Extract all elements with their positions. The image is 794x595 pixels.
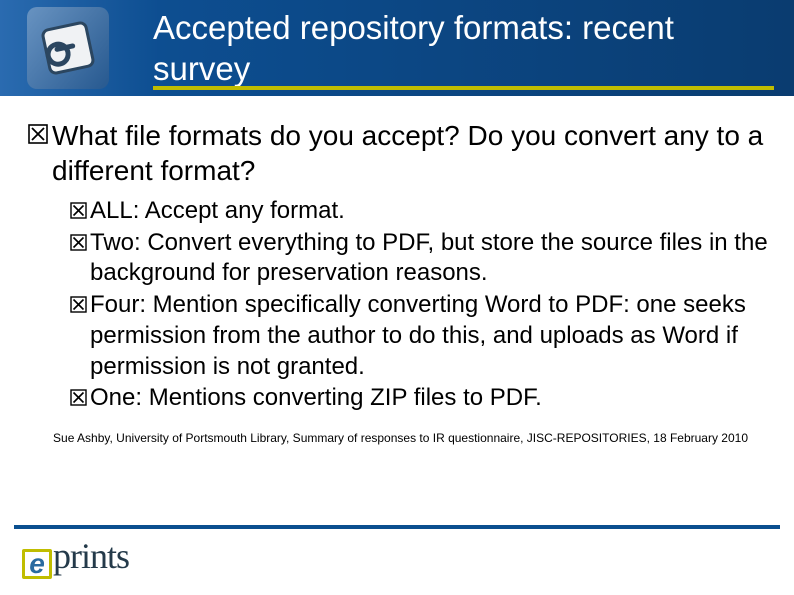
list-item: Two: Convert everything to PDF, but stor… — [70, 228, 770, 289]
logo-e-letter: e — [29, 552, 45, 576]
slide-content: What file formats do you accept? Do you … — [0, 96, 794, 445]
question-row: What file formats do you accept? Do you … — [28, 118, 770, 188]
citation-text: Sue Ashby, University of Portsmouth Libr… — [28, 415, 770, 445]
footer-content: eprints — [0, 535, 794, 577]
logo-box-icon: e — [22, 549, 52, 579]
answer-text: Four: Mention specifically converting Wo… — [90, 290, 770, 382]
slide-title: Accepted repository formats: recent surv… — [135, 7, 794, 90]
slide-header: Accepted repository formats: recent surv… — [0, 0, 794, 96]
list-item: Four: Mention specifically converting Wo… — [70, 290, 770, 382]
x-box-icon — [28, 124, 48, 144]
answer-text: Two: Convert everything to PDF, but stor… — [90, 228, 770, 289]
answer-text: ALL: Accept any format. — [90, 196, 345, 227]
logo-text: prints — [53, 535, 129, 577]
title-underline — [153, 86, 774, 90]
eprints-logo: eprints — [22, 535, 129, 577]
header-decorative-icon — [0, 0, 135, 96]
x-box-icon — [70, 234, 87, 251]
answers-list: ALL: Accept any format. Two: Convert eve… — [28, 194, 770, 414]
footer-divider — [14, 525, 780, 529]
list-item: ALL: Accept any format. — [70, 196, 770, 227]
slide-footer: eprints — [0, 525, 794, 595]
x-box-icon — [70, 296, 87, 313]
list-item: One: Mentions converting ZIP files to PD… — [70, 383, 770, 414]
question-text: What file formats do you accept? Do you … — [52, 118, 770, 188]
x-box-icon — [70, 202, 87, 219]
answer-text: One: Mentions converting ZIP files to PD… — [90, 383, 542, 414]
x-box-icon — [70, 389, 87, 406]
